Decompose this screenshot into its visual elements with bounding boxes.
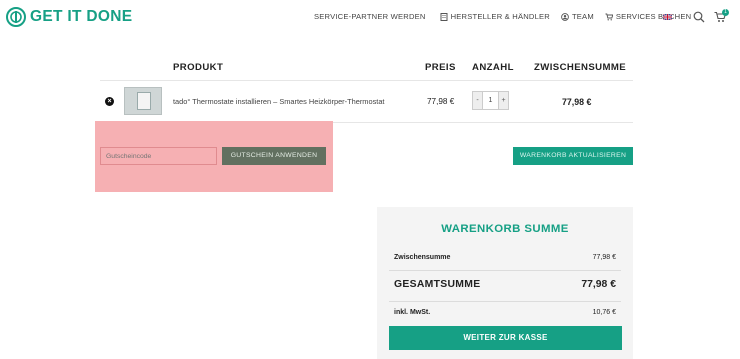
divider <box>389 270 621 271</box>
thermostat-image <box>137 92 151 110</box>
proceed-to-checkout-button[interactable]: WEITER ZUR KASSE <box>389 326 622 350</box>
quantity-input[interactable]: 1 <box>482 92 499 109</box>
coupon-code-input[interactable] <box>100 147 217 165</box>
product-name-link[interactable]: tado° Thermostate installieren – Smartes… <box>173 97 385 106</box>
divider <box>100 80 633 81</box>
vat-value: 10,76 € <box>592 309 616 316</box>
nav-item-label: SERVICES BUCHEN <box>615 12 692 21</box>
building-icon <box>440 12 448 21</box>
nav-item-hersteller[interactable]: HERSTELLER & HÄNDLER <box>440 12 550 21</box>
nav-item-label: SERVICE-PARTNER WERDEN <box>314 12 426 21</box>
column-header-quantity: ANZAHL <box>472 62 514 73</box>
nav-item-label: HERSTELLER & HÄNDLER <box>450 12 550 21</box>
nav-item-services-buchen[interactable]: SERVICES BUCHEN <box>605 12 691 21</box>
quantity-decrease-button[interactable]: - <box>473 92 482 109</box>
cart-count-badge: 1 <box>722 9 729 16</box>
nav-item-service-partner[interactable]: SERVICE-PARTNER WERDEN <box>314 12 426 21</box>
apply-coupon-button[interactable]: GUTSCHEIN ANWENDEN <box>222 147 326 165</box>
logo-mark-icon <box>6 7 26 27</box>
subtotal-value: 77,98 € <box>592 254 616 261</box>
product-thumbnail[interactable] <box>124 87 162 115</box>
search-icon[interactable] <box>693 11 705 23</box>
total-value: 77,98 € <box>581 279 616 290</box>
remove-item-button[interactable]: × <box>105 97 114 106</box>
column-header-product: PRODUKT <box>173 62 224 73</box>
subtotal-label: Zwischensumme <box>394 254 451 261</box>
divider <box>389 301 621 302</box>
vat-label: inkl. MwSt. <box>394 309 431 316</box>
cart-totals-title: WARENKORB SUMME <box>441 223 569 235</box>
column-header-price: PREIS <box>425 62 456 73</box>
column-header-subtotal: ZWISCHENSUMME <box>534 62 627 73</box>
quantity-stepper[interactable]: - 1 + <box>472 91 509 110</box>
logo[interactable]: GET IT DONE <box>6 7 132 27</box>
main-nav: SERVICE-PARTNER WERDEN HERSTELLER & HÄND… <box>314 12 691 21</box>
total-label: GESAMTSUMME <box>394 279 481 290</box>
row-subtotal: 77,98 € <box>562 97 592 107</box>
site-header: GET IT DONE SERVICE-PARTNER WERDEN HERST… <box>0 0 740 36</box>
nav-item-team[interactable]: TEAM <box>561 12 594 21</box>
user-icon <box>561 12 569 21</box>
product-price: 77,98 € <box>427 97 455 106</box>
nav-item-label: TEAM <box>571 12 594 21</box>
cart-totals-panel: WARENKORB SUMME Zwischensumme 77,98 € GE… <box>377 207 633 359</box>
brand-name: GET IT DONE <box>30 8 133 25</box>
quantity-increase-button[interactable]: + <box>499 92 508 109</box>
uk-flag-icon[interactable] <box>663 14 672 20</box>
update-cart-button[interactable]: WARENKORB AKTUALISIEREN <box>513 147 633 165</box>
cart-icon <box>605 13 613 20</box>
